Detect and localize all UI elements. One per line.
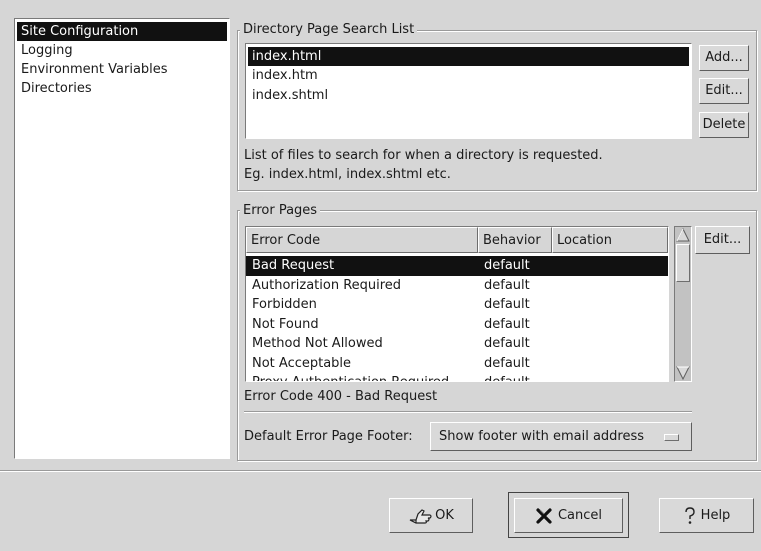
table-row[interactable]: Method Not Allowed default <box>246 334 668 354</box>
edit-error-button-label: Edit... <box>703 232 742 247</box>
table-row[interactable]: Not Found default <box>246 315 668 335</box>
error-code-cell: Authorization Required <box>252 277 402 293</box>
error-code-cell: Not Found <box>252 316 319 332</box>
cancel-button[interactable]: Cancel <box>514 498 623 533</box>
behavior-cell: default <box>484 297 530 312</box>
cancel-x-icon <box>536 507 552 524</box>
column-header-behavior[interactable]: Behavior <box>478 227 552 253</box>
scroll-down-arrow-icon[interactable] <box>675 365 691 381</box>
table-row[interactable]: Not Acceptable default <box>246 354 668 374</box>
footer-option-menu[interactable]: Show footer with email address <box>430 422 692 451</box>
error-code-cell: Proxy Authentication Required <box>252 373 449 381</box>
help-button-label: Help <box>700 508 731 523</box>
column-header-error-code[interactable]: Error Code <box>246 227 478 253</box>
ok-hand-icon <box>409 508 432 524</box>
sidebar-item-directories[interactable]: Directories <box>17 79 227 98</box>
ok-button[interactable]: OK <box>389 498 473 533</box>
error-status-text: Error Code 400 - Bad Request <box>244 389 438 404</box>
error-code-cell: Method Not Allowed <box>252 336 383 351</box>
sidebar-list[interactable]: Site Configuration Logging Environment V… <box>14 18 230 459</box>
behavior-cell: default <box>484 336 530 351</box>
behavior-cell: default <box>484 355 530 371</box>
table-row[interactable]: Bad Request default <box>246 256 668 276</box>
separator <box>244 411 692 413</box>
file-item[interactable]: index.htm <box>248 66 689 85</box>
error-code-cell: Forbidden <box>252 297 317 312</box>
behavior-cell: default <box>484 258 530 273</box>
error-code-cell: Not Acceptable <box>252 355 352 371</box>
file-item[interactable]: index.html <box>248 47 689 66</box>
help-button[interactable]: Help <box>659 498 754 533</box>
delete-button-label: Delete <box>702 117 746 132</box>
error-pages-title: Error Pages <box>240 203 321 218</box>
delete-button[interactable]: Delete <box>699 112 749 138</box>
directory-hint-line2: Eg. index.html, index.shtml etc. <box>244 167 451 182</box>
directory-file-list[interactable]: index.html index.htm index.shtml <box>245 43 692 139</box>
scrollbar-thumb[interactable] <box>676 244 690 282</box>
sidebar-item-site-configuration[interactable]: Site Configuration <box>17 22 227 41</box>
sidebar-item-logging[interactable]: Logging <box>17 41 227 60</box>
behavior-cell: default <box>484 316 530 332</box>
behavior-cell: default <box>484 373 530 381</box>
help-question-icon <box>684 506 695 524</box>
error-code-table[interactable]: Error Code Behavior Location Bad Request… <box>245 226 669 382</box>
behavior-cell: default <box>484 277 530 293</box>
sidebar-item-environment-variables[interactable]: Environment Variables <box>17 60 227 79</box>
table-row[interactable]: Proxy Authentication Required default <box>246 373 668 381</box>
scroll-up-arrow-icon[interactable] <box>675 227 691 243</box>
edit-button-label: Edit... <box>705 83 743 98</box>
ok-button-label: OK <box>435 508 454 523</box>
file-item[interactable]: index.shtml <box>248 86 689 105</box>
add-button[interactable]: Add... <box>699 45 749 71</box>
column-header-location[interactable]: Location <box>552 227 668 253</box>
directory-hint-line1: List of files to search for when a direc… <box>244 148 603 163</box>
table-row[interactable]: Forbidden default <box>246 295 668 315</box>
error-table-scrollbar[interactable] <box>674 226 692 382</box>
footer-label: Default Error Page Footer: <box>244 429 413 444</box>
option-menu-indicator-icon <box>664 434 679 441</box>
edit-file-button[interactable]: Edit... <box>699 78 749 104</box>
error-code-cell: Bad Request <box>252 258 335 273</box>
directory-search-title: Directory Page Search List <box>240 22 418 37</box>
edit-error-page-button[interactable]: Edit... <box>695 226 750 254</box>
footer-option-value: Show footer with email address <box>439 429 645 444</box>
cancel-button-label: Cancel <box>557 508 603 523</box>
add-button-label: Add... <box>705 50 743 65</box>
dialog-separator <box>0 470 761 472</box>
table-row[interactable]: Authorization Required default <box>246 276 668 296</box>
